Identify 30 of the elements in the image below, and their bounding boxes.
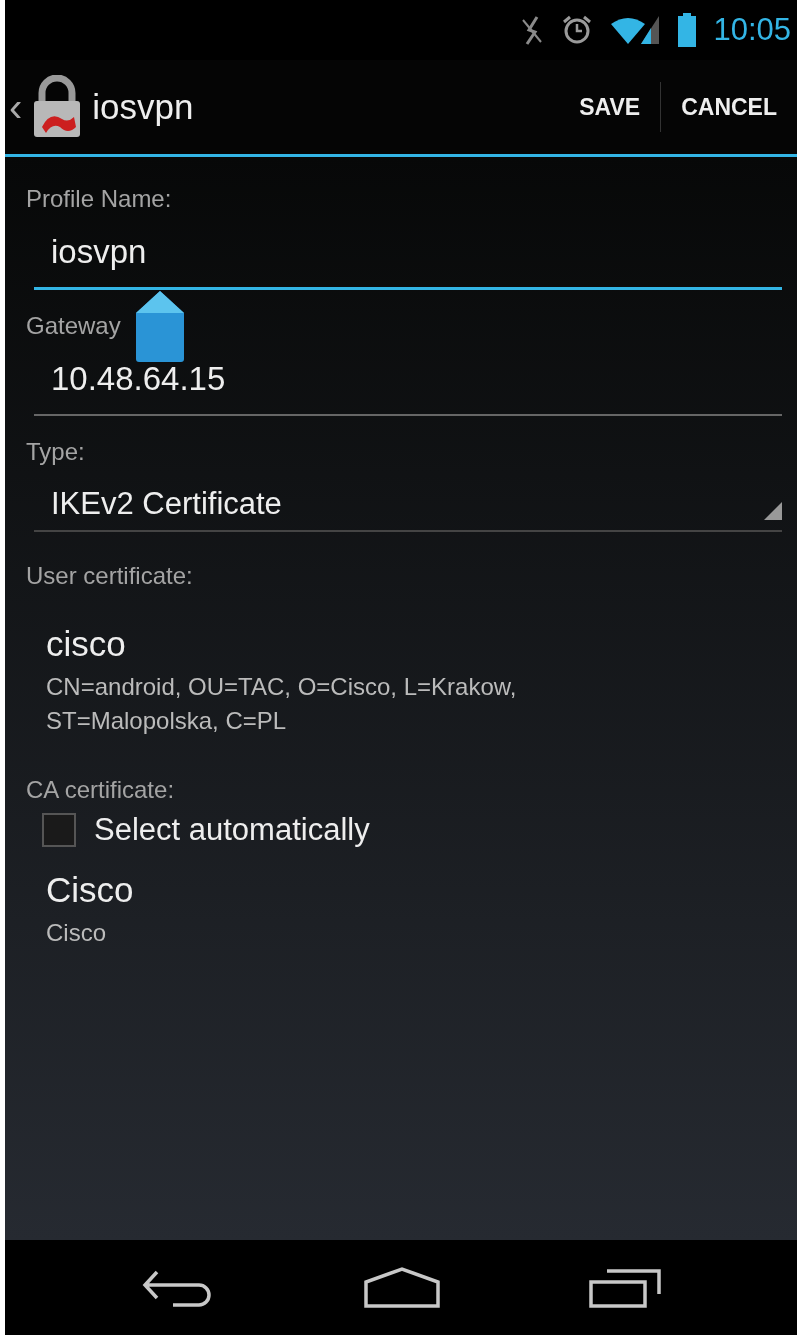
battery-icon: [677, 13, 698, 47]
certificate-name: Cisco: [46, 870, 135, 910]
alarm-icon: [561, 14, 594, 46]
field-label: CA certificate:: [26, 776, 176, 804]
text-field[interactable]: iosvpn: [34, 225, 782, 290]
back-caret: ‹: [9, 84, 23, 130]
certificate-details: CN=android, OU=TAC, O=Cisco, L=Krakow, ST=Malopolska, C=PL: [46, 672, 518, 736]
dropdown-corner-icon: [764, 502, 782, 520]
action-button[interactable]: CANCEL: [665, 85, 793, 129]
certificate-name: cisco: [46, 624, 127, 664]
type-dropdown[interactable]: IKEv2 Certificate: [34, 478, 782, 532]
checkbox[interactable]: [42, 813, 76, 847]
screen-title: iosvpn: [92, 87, 194, 127]
clock: 10:05: [713, 12, 791, 48]
certificate-details: Cisco: [46, 918, 107, 948]
text-field[interactable]: 10.48.64.15: [34, 352, 782, 416]
dropdown-value: IKEv2 Certificate: [51, 486, 282, 522]
action-button[interactable]: SAVE: [563, 85, 657, 129]
field-label: User certificate:: [26, 562, 194, 590]
field-label: Type:: [26, 438, 86, 466]
checkbox-label: Select automatically: [94, 812, 370, 848]
field-label: Gateway: [26, 312, 122, 340]
recent-apps-nav-icon[interactable]: [589, 1267, 663, 1308]
certificate-item[interactable]: cisco CN=android, OU=TAC, O=Cisco, L=Krakow, ST=Malopolska, C=PL: [26, 602, 782, 776]
cursor-handle: [134, 291, 186, 363]
field-label: Profile Name:: [26, 185, 173, 213]
up-button[interactable]: ‹ iosvpn: [5, 75, 194, 139]
home-nav-icon[interactable]: [363, 1266, 441, 1309]
certificate-item[interactable]: Cisco Cisco: [26, 848, 782, 988]
wifi-signal-icon: [609, 14, 662, 46]
